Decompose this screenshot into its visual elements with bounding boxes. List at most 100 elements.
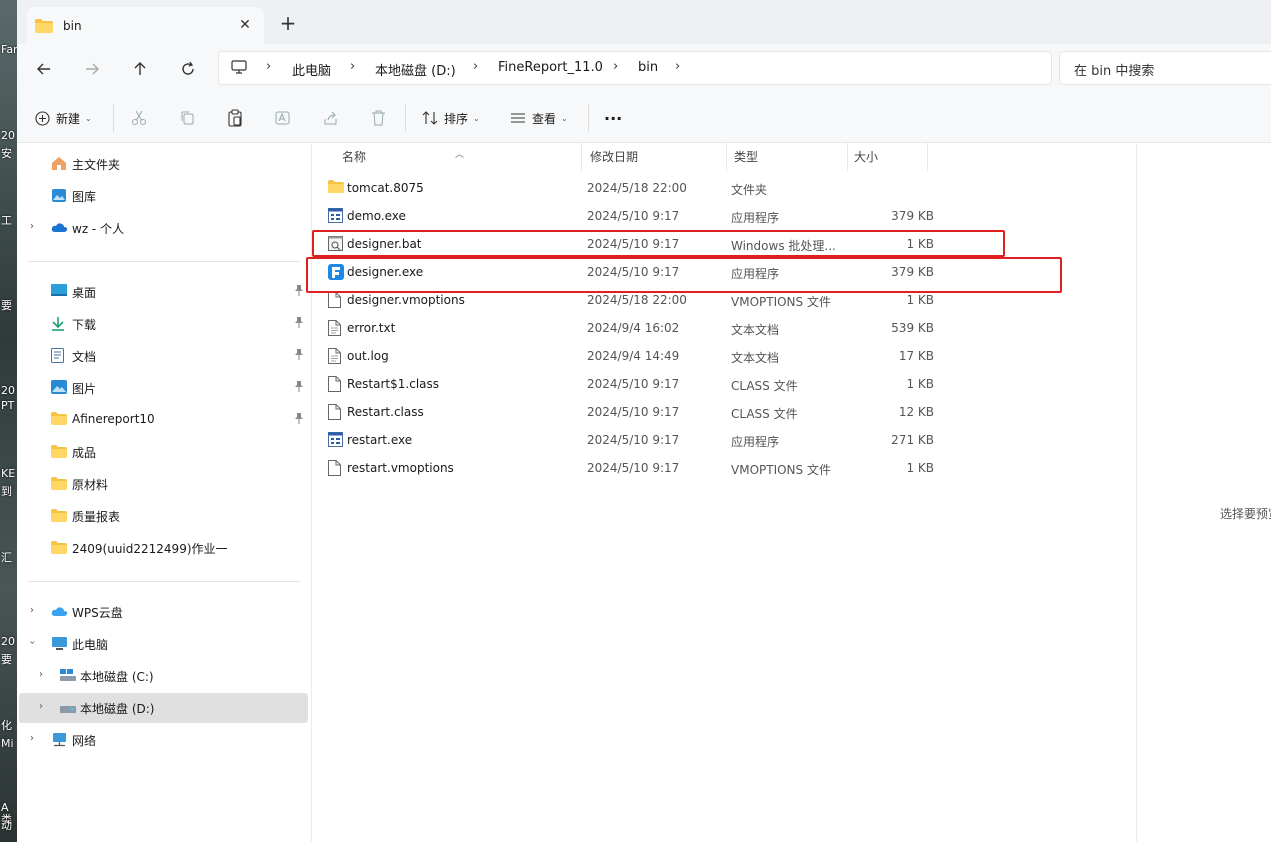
forward-button[interactable]	[78, 55, 106, 83]
sidebar-item-gallery[interactable]: 图库	[19, 181, 308, 211]
breadcrumb-bin[interactable]: bin	[638, 60, 658, 75]
pin-icon[interactable]	[294, 381, 304, 392]
chevron-right-icon[interactable]: ›	[39, 701, 43, 712]
column-header-date[interactable]: 修改日期	[583, 143, 727, 171]
annotation-highlight-box	[312, 230, 1005, 257]
refresh-button[interactable]	[174, 55, 202, 83]
table-row[interactable]: restart.vmoptions 2024/5/10 9:17 VMOPTIONS…	[326, 454, 1126, 482]
file-size: 12 KB	[898, 405, 934, 419]
sidebar-item-folder[interactable]: Afinereport10	[19, 405, 308, 435]
sidebar-item-document[interactable]: 文档	[19, 341, 308, 371]
desktop-icon-label: 20	[1, 129, 15, 142]
search-input[interactable]: 在 bin 中搜索	[1059, 51, 1271, 85]
network-icon	[53, 733, 66, 747]
file-type: CLASS 文件	[731, 407, 798, 421]
chevron-right-icon: ›	[613, 59, 619, 74]
sidebar-item-folder[interactable]: 原材料	[19, 469, 308, 499]
breadcrumb-finereport[interactable]: FineReport_11.0	[498, 60, 603, 75]
sort-button[interactable]: 排序 ⌄	[422, 106, 480, 130]
sidebar-item-pictures[interactable]: 图片	[19, 373, 308, 403]
sidebar-item-download[interactable]: 下载	[19, 309, 308, 339]
sidebar-item-desktop[interactable]: 桌面	[19, 277, 308, 307]
file-size: 539 KB	[891, 321, 934, 335]
chevron-right-icon[interactable]: ›	[30, 733, 34, 744]
table-row[interactable]: error.txt 2024/9/4 16:02 文本文档 539 KB	[326, 314, 1126, 342]
pin-icon[interactable]	[294, 285, 304, 296]
pin-icon[interactable]	[294, 413, 304, 424]
sidebar-item-label: 图库	[72, 190, 97, 204]
file-name: Restart.class	[347, 405, 424, 419]
sidebar-item-label: Afinereport10	[72, 412, 155, 426]
sidebar-item-home[interactable]: 主文件夹	[19, 149, 308, 179]
chevron-right-icon[interactable]: ›	[30, 605, 34, 616]
up-button[interactable]	[126, 55, 154, 83]
sidebar-item-wps-cloud[interactable]: › WPS云盘	[19, 597, 308, 627]
back-button[interactable]	[30, 55, 58, 83]
pin-icon[interactable]	[294, 349, 304, 360]
chevron-right-icon[interactable]: ›	[39, 669, 43, 680]
column-header-name[interactable]: 名称 ︿	[312, 143, 582, 171]
desktop-icon-label: Mi	[1, 737, 14, 750]
folder-icon	[51, 477, 67, 490]
desktop-icon-label: Far	[1, 43, 17, 56]
file-size: 17 KB	[898, 349, 934, 363]
view-lines-icon	[511, 113, 525, 123]
desktop-icon-label: KE	[1, 467, 16, 480]
file-name: out.log	[347, 349, 389, 363]
desktop-background: Far 20 安工要 20 PT KE 到汇 20 要化 Mi A类动	[0, 0, 17, 842]
desktop-icon-label: 动	[1, 819, 12, 832]
chevron-right-icon: ›	[675, 59, 681, 74]
drive-icon	[60, 706, 76, 713]
desktop-icon-label: PT	[1, 399, 15, 412]
chevron-right-icon[interactable]: ›	[30, 221, 34, 232]
table-row[interactable]: tomcat.8075 2024/5/18 22:00 文件夹	[326, 174, 1126, 202]
pin-icon[interactable]	[294, 317, 304, 328]
tab-bin[interactable]: bin ✕	[27, 7, 264, 44]
rename-button[interactable]	[275, 106, 292, 130]
application-icon	[328, 208, 343, 223]
sidebar-item-drive-d[interactable]: › 本地磁盘 (D:)	[19, 693, 308, 723]
view-button[interactable]: 查看 ⌄	[510, 106, 568, 130]
delete-button[interactable]	[371, 106, 386, 130]
column-label: 类型	[734, 150, 759, 164]
cut-button[interactable]	[131, 106, 147, 130]
file-type: VMOPTIONS 文件	[731, 295, 831, 309]
sidebar-item-label: 2409(uuid2212499)作业一	[72, 542, 228, 556]
scissors-icon	[132, 110, 146, 125]
sidebar-item-label: 本地磁盘 (D:)	[80, 702, 155, 716]
breadcrumb-drive-d[interactable]: 本地磁盘 (D:)	[375, 60, 456, 79]
gallery-icon	[52, 189, 66, 202]
copy-button[interactable]	[179, 106, 195, 130]
arrow-up-icon	[134, 62, 146, 75]
column-header-type[interactable]: 类型	[728, 143, 848, 171]
sidebar-item-personal[interactable]: › wz - 个人	[19, 213, 308, 243]
sidebar-item-folder[interactable]: 成品	[19, 437, 308, 467]
close-tab-icon[interactable]: ✕	[236, 16, 254, 34]
share-button[interactable]	[323, 106, 339, 130]
more-options-button[interactable]: ···	[604, 106, 622, 130]
breadcrumb-this-pc[interactable]: 此电脑	[292, 60, 331, 79]
sidebar-item-label: wz - 个人	[72, 222, 125, 236]
table-row[interactable]: demo.exe 2024/5/10 9:17 应用程序 379 KB	[326, 202, 1126, 230]
refresh-icon	[182, 62, 194, 75]
sidebar-item-network[interactable]: › 网络	[19, 725, 308, 755]
sidebar-item-folder[interactable]: 质量报表	[19, 501, 308, 531]
sidebar-item-drive-c[interactable]: › 本地磁盘 (C:)	[19, 661, 308, 691]
paste-button[interactable]	[227, 106, 243, 130]
monitor-icon	[231, 60, 247, 74]
new-button[interactable]: 新建 ⌄	[35, 106, 92, 130]
sidebar-item-this-pc[interactable]: › 此电脑	[19, 629, 308, 659]
chevron-down-icon[interactable]: ›	[27, 641, 38, 645]
table-row[interactable]: Restart.class 2024/5/10 9:17 CLASS 文件 12 KB	[326, 398, 1126, 426]
sidebar-divider	[28, 581, 300, 582]
plus-circle-icon	[35, 110, 50, 126]
file-explorer-window: bin ✕ + › 此电脑 › 本地磁盘 (D:) › FineReport_1…	[17, 0, 1271, 842]
table-row[interactable]: out.log 2024/9/4 14:49 文本文档 17 KB	[326, 342, 1126, 370]
column-header-size[interactable]: 大小	[849, 143, 928, 171]
table-row[interactable]: restart.exe 2024/5/10 9:17 应用程序 271 KB	[326, 426, 1126, 454]
sidebar-item-folder[interactable]: 2409(uuid2212499)作业一	[19, 533, 308, 563]
file-date: 2024/5/10 9:17	[587, 461, 680, 475]
address-bar[interactable]: › 此电脑 › 本地磁盘 (D:) › FineReport_11.0 › bi…	[218, 51, 1052, 85]
table-row[interactable]: Restart$1.class 2024/5/10 9:17 CLASS 文件 1 K…	[326, 370, 1126, 398]
new-tab-button[interactable]: +	[277, 12, 299, 34]
